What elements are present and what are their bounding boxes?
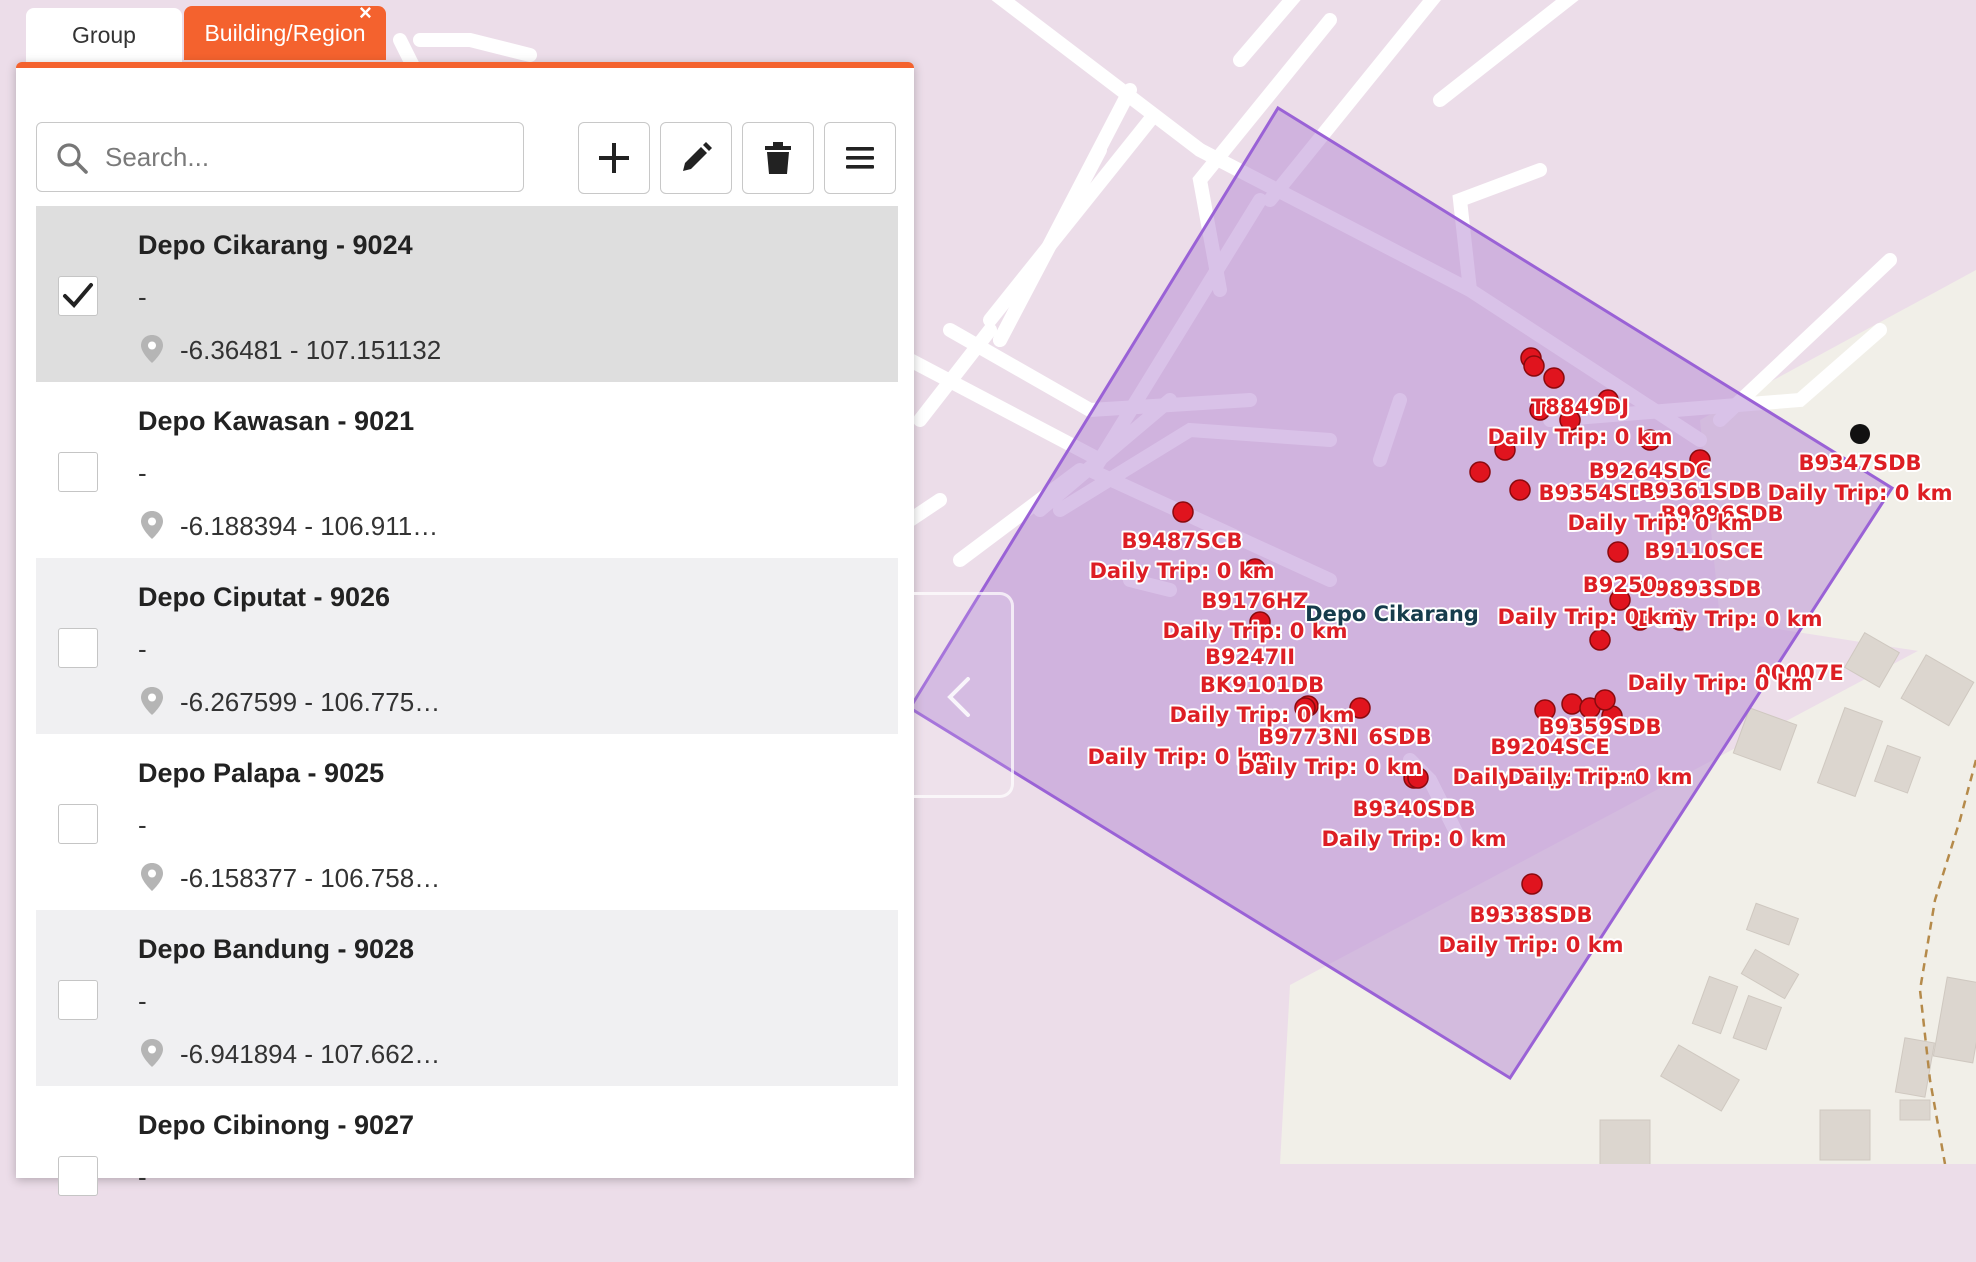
vehicle-marker[interactable]: [1589, 629, 1611, 651]
list-item[interactable]: Depo Bandung - 9028 - -6.941894 - 107.66…: [36, 910, 898, 1086]
vehicle-marker[interactable]: [1607, 541, 1629, 563]
tab-building-region[interactable]: Building/Region: [184, 6, 386, 60]
vehicle-label: B9340SDB: [1352, 797, 1475, 821]
tab-group-label: Group: [72, 21, 136, 48]
region-list: Depo Cikarang - 9024 - -6.36481 - 107.15…: [36, 206, 898, 1262]
list-item[interactable]: Depo Palapa - 9025 - -6.158377 - 106.758…: [36, 734, 898, 910]
vehicle-label: 6SDB: [1368, 725, 1431, 749]
item-coordinates: -6.267599 - 106.775…: [180, 687, 441, 717]
vehicle-marker[interactable]: [1594, 689, 1616, 711]
location-pin-icon: [141, 863, 163, 891]
vehicle-label: Daily Trip: 0 km: [1627, 671, 1812, 695]
vehicle-label: B9247II: [1205, 645, 1295, 669]
menu-icon: [846, 147, 874, 169]
item-coordinates: -6.36481 - 107.151132: [180, 335, 442, 365]
vehicle-label: Daily Trip: 0 km: [1567, 511, 1752, 535]
vehicle-marker[interactable]: [1172, 501, 1194, 523]
delete-button[interactable]: [742, 122, 814, 194]
chevron-left-icon: [947, 677, 970, 717]
location-pin-icon: [141, 687, 163, 715]
edit-button[interactable]: [660, 122, 732, 194]
item-name: Depo Palapa - 9025: [138, 758, 385, 788]
search-box[interactable]: [36, 122, 524, 192]
vehicle-label: Daily Trip: 0 km: [1767, 481, 1952, 505]
vehicle-label: Daily Trip: 0 km: [1089, 559, 1274, 583]
checkbox[interactable]: [58, 980, 98, 1020]
location-pin-icon: [141, 335, 163, 363]
vehicle-label: B9347SDB: [1798, 451, 1921, 475]
item-name: Depo Cikarang - 9024: [138, 230, 413, 260]
vehicle-marker[interactable]: [1469, 461, 1491, 483]
item-name: Depo Bandung - 9028: [138, 934, 415, 964]
checkbox[interactable]: [58, 804, 98, 844]
vehicle-label: B9487SCB: [1122, 529, 1243, 553]
vehicle-label: B9361SDB: [1638, 479, 1761, 503]
vehicle-marker[interactable]: [1543, 367, 1565, 389]
menu-button[interactable]: [824, 122, 896, 194]
vehicle-label: B9176HZ: [1201, 589, 1308, 613]
vehicle-label: B9204SCE: [1490, 735, 1609, 759]
check-icon: [63, 283, 93, 308]
list-item[interactable]: Depo Ciputat - 9026 - -6.267599 - 106.77…: [36, 558, 898, 734]
location-pin-icon: [141, 1039, 163, 1067]
checkbox[interactable]: [58, 452, 98, 492]
pencil-icon: [683, 142, 712, 171]
list-item[interactable]: Depo Cibinong - 9027 -: [36, 1086, 898, 1262]
item-coordinates: -6.941894 - 107.662…: [180, 1039, 441, 1069]
tab-building-region-label: Building/Region: [204, 19, 366, 46]
trash-icon: [765, 142, 791, 174]
item-name: Depo Kawasan - 9021: [138, 406, 415, 436]
vehicle-label: Daily Trip: 0 km: [1321, 827, 1506, 851]
plus-icon: [599, 143, 629, 173]
vehicle-label: B9110SCE: [1644, 539, 1763, 563]
vehicle-label: B9338SDB: [1469, 903, 1592, 927]
vehicle-label: Daily Trip: 0 km: [1237, 755, 1422, 779]
collapse-panel-button[interactable]: [914, 592, 1014, 798]
list-item[interactable]: Depo Kawasan - 9021 - -6.188394 - 106.91…: [36, 382, 898, 558]
vehicle-marker[interactable]: [1523, 355, 1545, 377]
vehicle-label: T8849DJ: [1531, 395, 1629, 419]
vehicle-label: Daily Trip: 0 km: [1169, 703, 1354, 727]
close-icon[interactable]: ×: [359, 0, 372, 26]
vehicle-marker[interactable]: [1521, 873, 1543, 895]
item-name: Depo Ciputat - 9026: [138, 582, 391, 612]
search-icon: [57, 143, 88, 174]
vehicle-marker[interactable]: [1561, 693, 1583, 715]
vehicle-label: Daily Trip: 0 km: [1507, 765, 1692, 789]
vehicle-marker[interactable]: [1850, 424, 1870, 444]
item-description: -: [138, 1162, 147, 1192]
vehicle-label: Daily Trip: 0 km: [1438, 933, 1623, 957]
building-region-panel: Depo Cikarang - 9024 - -6.36481 - 107.15…: [16, 62, 914, 1196]
item-coordinates: -6.188394 - 106.911…: [180, 511, 439, 541]
vehicle-label: Daily Trip: 0 km: [1497, 605, 1682, 629]
item-coordinates: -6.158377 - 106.758…: [180, 863, 441, 893]
vehicle-label: B9773NI: [1258, 725, 1358, 749]
item-description: -: [138, 810, 147, 840]
item-name: Depo Cibinong - 9027: [138, 1110, 415, 1140]
region-label: Depo Cikarang: [1305, 602, 1479, 626]
search-input[interactable]: [103, 125, 507, 189]
vehicle-label: BK9101DB: [1200, 673, 1324, 697]
checkbox[interactable]: [58, 1156, 98, 1196]
checkbox[interactable]: [58, 276, 98, 316]
item-description: -: [138, 986, 147, 1016]
item-description: -: [138, 282, 147, 312]
list-item[interactable]: Depo Cikarang - 9024 - -6.36481 - 107.15…: [36, 206, 898, 382]
vehicle-label: Daily Trip: 0 km: [1487, 425, 1672, 449]
location-pin-icon: [141, 511, 163, 539]
vehicle-label: B9250: [1583, 573, 1657, 597]
item-description: -: [138, 634, 147, 664]
checkbox[interactable]: [58, 628, 98, 668]
tab-group[interactable]: Group: [26, 8, 182, 62]
add-button[interactable]: [578, 122, 650, 194]
vehicle-marker[interactable]: [1509, 479, 1531, 501]
item-description: -: [138, 458, 147, 488]
